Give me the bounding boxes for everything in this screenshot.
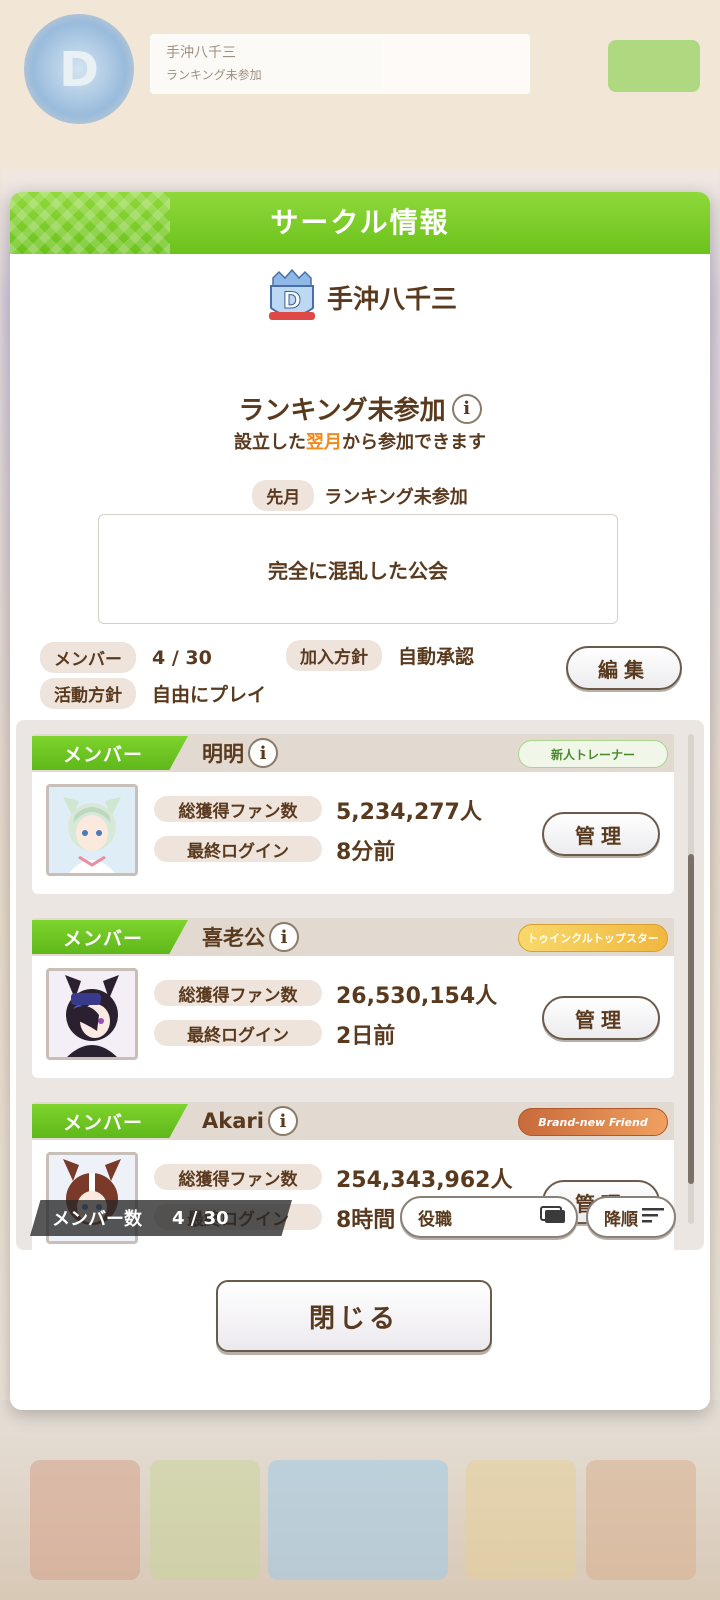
filter-icon: [540, 1205, 566, 1229]
sort-order-button[interactable]: 降順: [586, 1196, 676, 1238]
member-card: メンバー 喜老公 i トゥインクルトップスター 総獲得ファン数 26,530,1…: [32, 918, 674, 1078]
sort-icon: [642, 1207, 664, 1228]
members-value: 4 / 30: [152, 646, 212, 669]
member-card-header: メンバー Akari i Brand-new Friend: [32, 1102, 674, 1140]
activity-policy-label: 活動方針: [40, 678, 136, 709]
member-avatar: [46, 784, 138, 876]
member-name-row: 明明 i: [202, 738, 278, 768]
activity-policy-meta: 活動方針 自由にプレイ: [40, 678, 266, 709]
info-icon[interactable]: i: [451, 393, 482, 424]
fans-label: 総獲得ファン数: [154, 796, 322, 822]
ranking-note-suffix: から参加できます: [342, 432, 486, 453]
member-avatar: [46, 968, 138, 1060]
dialog-header: サークル情報: [10, 192, 710, 254]
fans-label: 総獲得ファン数: [154, 980, 322, 1006]
members-meta: メンバー 4 / 30: [40, 642, 212, 673]
background-circle-name: 手沖八千三: [166, 45, 236, 61]
last-login-label: 最終ログイン: [154, 836, 322, 862]
member-card-header: メンバー 明明 i 新人トレーナー: [32, 734, 674, 772]
last-login-value: 2日前: [336, 1024, 396, 1049]
info-icon[interactable]: i: [269, 922, 299, 952]
fans-label: 総獲得ファン数: [154, 1164, 322, 1190]
member-count-bar: メンバー数 4 / 30: [30, 1200, 292, 1236]
dialog-title: サークル情報: [270, 206, 450, 239]
title-badge: Brand-new Friend: [518, 1108, 668, 1136]
manage-button[interactable]: 管理: [542, 812, 660, 856]
circle-info-dialog: サークル情報 D 手沖八千三 ランキング未参加 i 設立した翌月から参加できます…: [10, 192, 710, 1410]
ranking-status-row: ランキング未参加 i: [10, 390, 710, 427]
background-nav-tile: [586, 1460, 696, 1580]
member-count-label: メンバー数: [52, 1209, 142, 1230]
member-list[interactable]: メンバー 明明 i 新人トレーナー 総獲得ファン数 5,234,277人 最終ロ…: [16, 720, 704, 1250]
member-card-header: メンバー 喜老公 i トゥインクルトップスター: [32, 918, 674, 956]
activity-policy-value: 自由にプレイ: [152, 684, 267, 706]
last-month-label: 先月: [252, 480, 315, 511]
member-name-row: Akari i: [202, 1106, 298, 1136]
member-name-row: 喜老公 i: [202, 922, 299, 952]
circle-name-row: D 手沖八千三: [10, 268, 710, 326]
ranking-note: 設立した翌月から参加できます: [10, 428, 710, 454]
member-card-body: 総獲得ファン数 5,234,277人 最終ログイン 8分前 管理: [32, 772, 674, 894]
fans-value: 5,234,277人: [336, 800, 482, 825]
sort-order-label: 降順: [604, 1209, 638, 1230]
info-icon[interactable]: i: [267, 1106, 298, 1136]
background-nav-tile: [150, 1460, 260, 1580]
member-name: Akari: [202, 1109, 264, 1133]
title-badge: トゥインクルトップスター: [518, 924, 668, 952]
background-emblem-icon: D: [24, 14, 134, 124]
circle-emblem-icon: D: [263, 268, 321, 326]
title-badge: 新人トレーナー: [518, 740, 668, 768]
sort-key-button[interactable]: 役職: [400, 1196, 578, 1238]
member-card-body: 総獲得ファン数 26,530,154人 最終ログイン 2日前 管理: [32, 956, 674, 1078]
member-name: 明明: [202, 742, 244, 766]
scrollbar-thumb[interactable]: [688, 854, 694, 1184]
last-login-value: 8分前: [336, 840, 396, 865]
background-name-bar: 手沖八千三 ランキング未参加: [150, 34, 530, 94]
background-circle-status: ランキング未参加: [166, 68, 262, 82]
member-card: メンバー 明明 i 新人トレーナー 総獲得ファン数 5,234,277人 最終ロ…: [32, 734, 674, 894]
background-nav-tile: [30, 1460, 140, 1580]
sort-key-label: 役職: [418, 1209, 452, 1230]
background-nav-tile: [466, 1460, 576, 1580]
join-policy-value: 自動承認: [398, 646, 475, 668]
ranking-note-prefix: 設立した: [234, 432, 306, 453]
ranking-note-highlight: 翌月: [306, 432, 342, 453]
manage-button[interactable]: 管理: [542, 996, 660, 1040]
join-policy-label: 加入方針: [286, 640, 382, 671]
circle-description: 完全に混乱した公会: [98, 514, 618, 624]
last-login-value: 8時間: [336, 1208, 396, 1233]
member-role: メンバー: [32, 736, 188, 770]
last-login-label: 最終ログイン: [154, 1020, 322, 1046]
last-month-row: 先月 ランキング未参加: [10, 480, 710, 511]
member-role: メンバー: [32, 1104, 188, 1138]
close-button[interactable]: 閉じる: [216, 1280, 492, 1352]
edit-button[interactable]: 編集: [566, 646, 682, 690]
last-month-value: ランキング未参加: [324, 486, 468, 508]
background-green-button: [608, 40, 700, 92]
fans-value: 26,530,154人: [336, 984, 498, 1009]
member-name: 喜老公: [202, 926, 265, 950]
member-count-value: 4 / 30: [172, 1207, 229, 1229]
info-icon[interactable]: i: [248, 738, 278, 768]
join-policy-meta: 加入方針 自動承認: [286, 640, 474, 671]
circle-name: 手沖八千三: [326, 284, 457, 315]
svg-text:D: D: [283, 289, 301, 314]
members-label: メンバー: [40, 642, 136, 673]
member-role: メンバー: [32, 920, 188, 954]
ranking-status: ランキング未参加: [238, 396, 446, 426]
fans-value: 254,343,962人: [336, 1168, 513, 1193]
background-nav-tile: [268, 1460, 448, 1580]
